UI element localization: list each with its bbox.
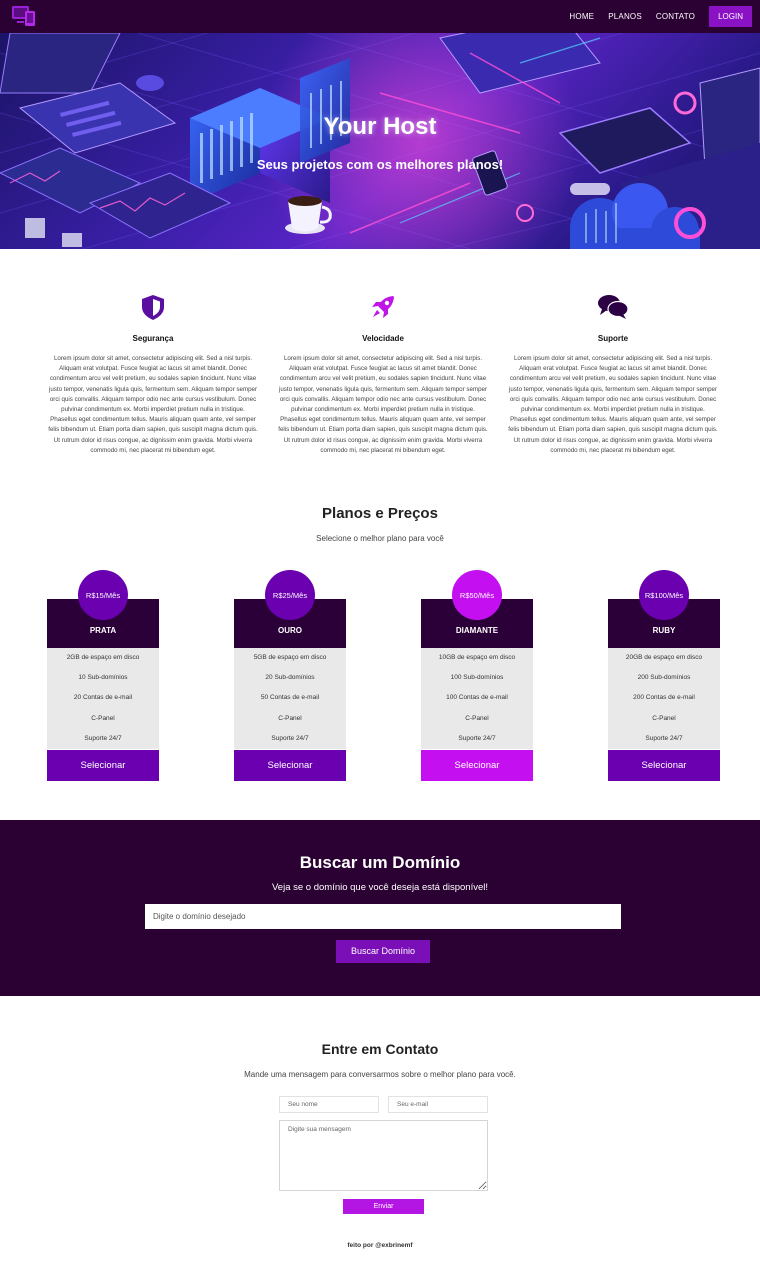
send-button[interactable]: Enviar [343,1199,424,1214]
feature-seguranca: Segurança Lorem ipsum dolor sit amet, co… [47,293,259,456]
domain-subtitle: Veja se o domínio que você deseja está d… [271,882,488,893]
message-field[interactable] [279,1120,488,1191]
top-navbar: HOME PLANOS CONTATO LOGIN [0,0,760,33]
plans-title: Planos e Preços [322,505,438,522]
feature-title: Suporte [597,334,629,343]
plan-feature: 10GB de espaço em disco [438,654,516,661]
select-plan-button[interactable]: Selecionar [234,750,346,781]
devices-icon[interactable] [12,6,36,26]
nav-link-contato[interactable]: CONTATO [656,12,695,21]
plan-feature: Suporte 24/7 [645,734,683,742]
name-field[interactable] [279,1096,379,1113]
footer-credit: feito por @exbrinemf [347,1242,413,1249]
domain-search-input[interactable] [145,904,621,929]
hero-illustration [0,33,760,249]
plan-price: R$50/Mês [452,570,502,620]
feature-velocidade: Velocidade Lorem ipsum dolor sit amet, c… [277,293,489,456]
plan-feature: C-Panel [465,714,489,722]
contact-subtitle: Mande uma mensagem para conversarmos sob… [244,1070,516,1079]
plan-feature: 100 Contas de e-mail [446,694,508,702]
hero-title: Your Host [323,113,437,140]
select-plan-button[interactable]: Selecionar [421,750,533,781]
select-plan-button[interactable]: Selecionar [608,750,720,781]
plan-feature: 200 Sub-domínios [637,674,691,682]
plan-feature: C-Panel [652,714,676,722]
plans-subtitle: Selecione o melhor plano para você [316,534,444,543]
plan-feature: 100 Sub-domínios [450,674,504,682]
feature-suporte: Suporte Lorem ipsum dolor sit amet, cons… [507,293,719,456]
nav-link-planos[interactable]: PLANOS [608,12,642,21]
shield-icon [142,295,164,320]
contact-title: Entre em Contato [321,1041,439,1057]
rocket-icon [372,296,394,318]
login-button[interactable]: LOGIN [709,6,752,27]
feature-title: Segurança [132,334,174,343]
domain-title: Buscar um Domínio [299,853,461,872]
plan-feature: 20 Contas de e-mail [73,694,133,702]
plan-card-ruby: R$100/Mês RUBY 20GB de espaço em disco 2… [608,570,720,782]
plan-card-diamante: R$50/Mês DIAMANTE 10GB de espaço em disc… [421,570,533,782]
chat-icon [598,295,629,319]
plan-feature: Suporte 24/7 [271,734,309,742]
plan-feature: 50 Contas de e-mail [260,694,320,702]
plan-feature: C-Panel [278,714,302,722]
hero-banner: Your Host Seus projetos com os melhores … [0,33,760,249]
plan-features: 2GB de espaço em disco 10 Sub-domínios 2… [47,648,159,749]
plan-feature: 5GB de espaço em disco [253,654,327,661]
nav-link-home[interactable]: HOME [569,12,594,21]
plan-feature: 10 Sub-domínios [78,674,128,682]
search-domain-button[interactable]: Buscar Domínio [336,940,430,963]
plan-price: R$100/Mês [639,570,689,620]
hero-subtitle: Seus projetos com os melhores planos! [256,157,504,172]
select-plan-button[interactable]: Selecionar [47,750,159,781]
feature-text: Lorem ipsum dolor sit amet, consectetur … [508,355,718,454]
feature-text: Lorem ipsum dolor sit amet, consectetur … [278,355,488,454]
plan-feature: 2GB de espaço em disco [66,654,140,661]
email-field[interactable] [388,1096,488,1113]
plan-price: R$15/Mês [78,570,128,620]
plan-feature: 20 Sub-domínios [265,674,315,682]
feature-text: Lorem ipsum dolor sit amet, consectetur … [48,355,258,454]
plan-feature: Suporte 24/7 [458,734,496,742]
plan-features: 10GB de espaço em disco 100 Sub-domínios… [421,648,533,749]
plan-card-ouro: R$25/Mês OURO 5GB de espaço em disco 20 … [234,570,346,782]
plan-feature: C-Panel [91,714,115,722]
plan-features: 5GB de espaço em disco 20 Sub-domínios 5… [234,648,346,749]
feature-title: Velocidade [362,334,404,343]
plan-feature: 200 Contas de e-mail [633,694,695,702]
plan-card-prata: R$15/Mês PRATA 2GB de espaço em disco 10… [47,570,159,782]
plan-feature: Suporte 24/7 [84,734,122,742]
domain-search-section: Buscar um Domínio Veja se o domínio que … [0,820,760,996]
plan-feature: 20GB de espaço em disco [625,654,703,661]
plan-features: 20GB de espaço em disco 200 Sub-domínios… [608,648,720,749]
plan-price: R$25/Mês [265,570,315,620]
